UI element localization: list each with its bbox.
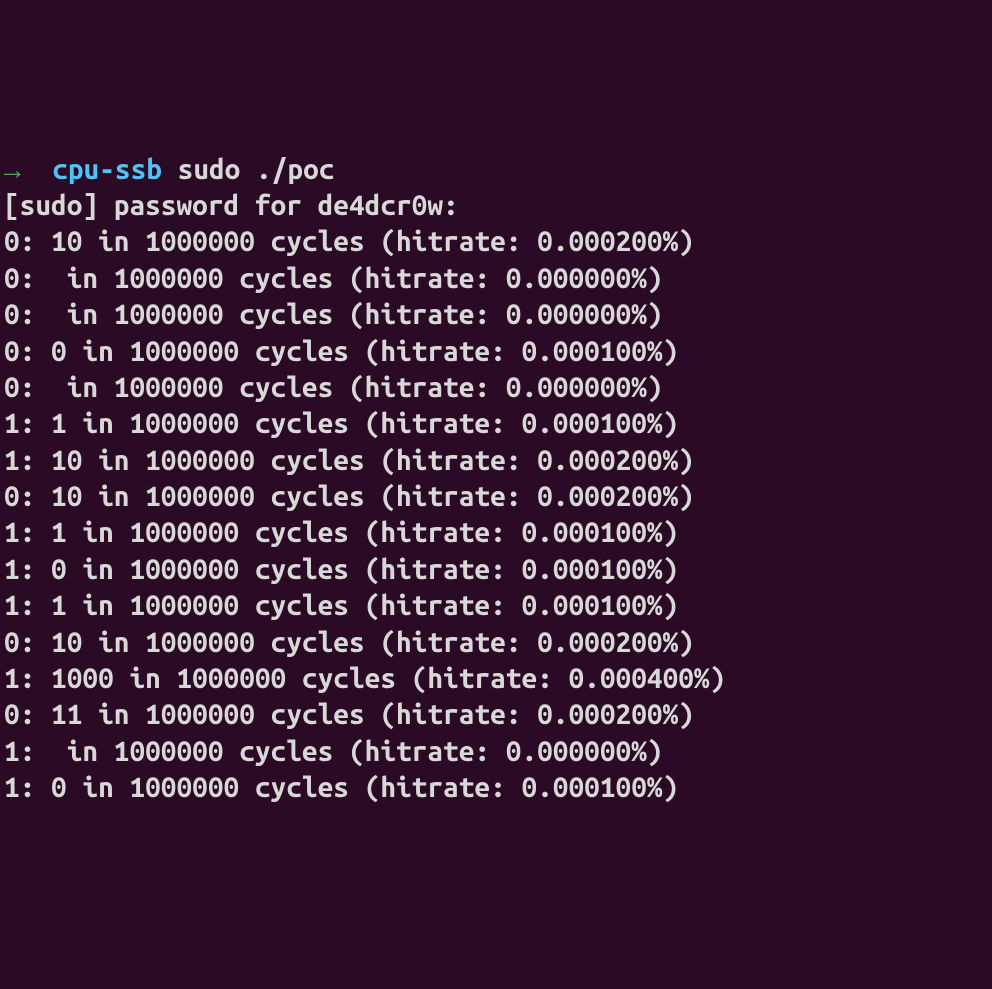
output-line: 0: 10 in 1000000 cycles (hitrate: 0.0002…: [4, 224, 988, 260]
output-line: 1: 1 in 1000000 cycles (hitrate: 0.00010…: [4, 406, 988, 442]
output-line: 1: 1 in 1000000 cycles (hitrate: 0.00010…: [4, 515, 988, 551]
output-line: 1: 10 in 1000000 cycles (hitrate: 0.0002…: [4, 443, 988, 479]
hostname-label: cpu-ssb: [52, 154, 162, 185]
sudo-password-prompt: [sudo] password for de4dcr0w:: [4, 188, 988, 224]
output-line: 0: in 1000000 cycles (hitrate: 0.000000%…: [4, 370, 988, 406]
prompt-arrow-icon: →: [4, 154, 21, 185]
output-line: 1: 0 in 1000000 cycles (hitrate: 0.00010…: [4, 770, 988, 806]
output-line: 1: 1000 in 1000000 cycles (hitrate: 0.00…: [4, 661, 988, 697]
command-text: sudo ./poc: [178, 154, 335, 185]
output-line: 0: 10 in 1000000 cycles (hitrate: 0.0002…: [4, 625, 988, 661]
output-line: 1: 1 in 1000000 cycles (hitrate: 0.00010…: [4, 588, 988, 624]
output-line: 0: in 1000000 cycles (hitrate: 0.000000%…: [4, 261, 988, 297]
output-line: 0: in 1000000 cycles (hitrate: 0.000000%…: [4, 297, 988, 333]
command-prompt-line: → cpu-ssb sudo ./poc: [4, 152, 988, 188]
output-line: 1: 0 in 1000000 cycles (hitrate: 0.00010…: [4, 552, 988, 588]
output-line: 0: 10 in 1000000 cycles (hitrate: 0.0002…: [4, 479, 988, 515]
output-line: 0: 0 in 1000000 cycles (hitrate: 0.00010…: [4, 334, 988, 370]
terminal-output[interactable]: → cpu-ssb sudo ./poc[sudo] password for …: [4, 152, 988, 807]
output-line: 0: 11 in 1000000 cycles (hitrate: 0.0002…: [4, 697, 988, 733]
output-line: 1: in 1000000 cycles (hitrate: 0.000000%…: [4, 734, 988, 770]
